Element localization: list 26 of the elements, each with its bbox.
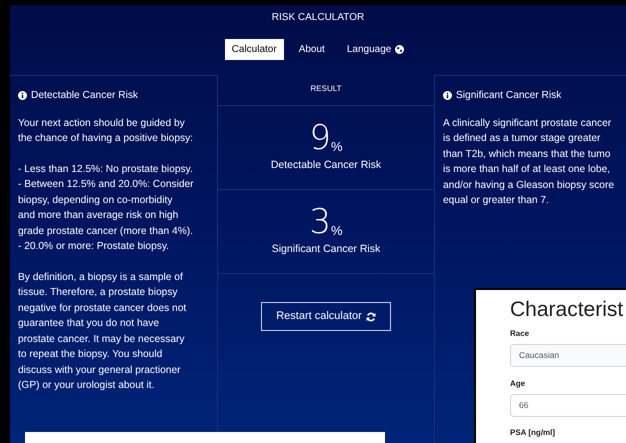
page-title: RISK CALCULATOR [272,11,364,25]
info-icon [18,91,27,100]
input-field[interactable]: 66 [510,394,626,418]
risk-label: Detectable Cancer Risk [270,158,382,174]
paragraph: By definition, a biopsy is a sample of tissue. Therefore, a prostate biopsy negative for prostate cancer does not guarantee that you do not have prostate cancer. It may be necessary to repeat the biopsy. You should discuss with your general practioner (GP) or your urologist about it. [18,270,188,393]
info-icon [443,91,452,100]
nav-tab[interactable]: About [292,39,332,60]
globe-icon [395,45,404,54]
risk-label: Significant Cancer Risk [272,242,380,258]
refresh-icon [366,312,376,322]
result-heading: RESULT [218,73,434,106]
field-label: Age [510,378,526,390]
risk-value: 9% [309,121,343,156]
card-title: Characterist [510,297,624,323]
select-field[interactable]: Caucasian [510,344,626,368]
nav-tab[interactable]: Language [340,39,412,60]
panel-title: Detectable Cancer Risk [31,89,138,103]
panel-title: Significant Cancer Risk [456,89,562,103]
field-label: PSA [ng/ml] [510,427,556,440]
restart-button[interactable]: Restart calculator [261,302,391,331]
paragraph: A clinically significant prostate cancer is defined as a tumor stage greater than T2b, which means that the tumo is more than half of at least one lobe, and/or having a Gleason biopsy score equal or greater than 7. [443,116,616,208]
risk-value: 3% [309,205,343,240]
paragraph: Your next action should be guided by the chance of having a positive biopsy: [18,116,194,146]
nav-tab[interactable]: Calculator [224,39,284,60]
paragraph: - Less than 12.5%: No prostate biopsy. - Between 12.5% and 20.0%: Consider biopsy, depending on co-morbidity and more than average risk on high grade prostate cancer (more than 4%). - 20.0% or more: Prostate biopsy. [18,162,195,254]
field-label: Race [510,328,530,340]
